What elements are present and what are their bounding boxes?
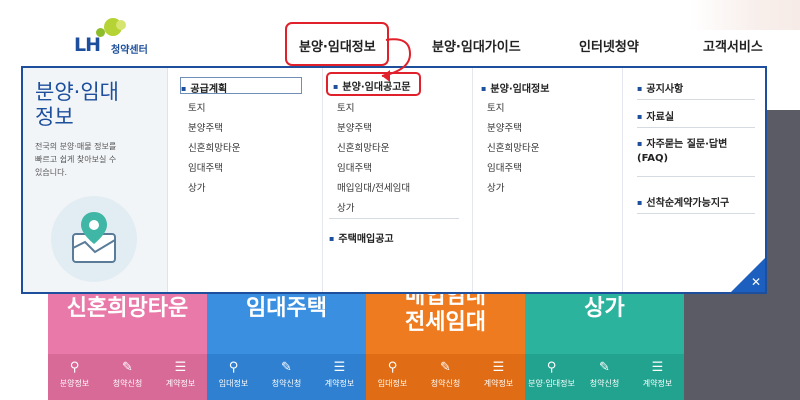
menu-item-purchase-lease[interactable]: 매입임대/전세임대 [337,180,410,194]
menu-item-rental-housing[interactable]: 임대주택 [487,160,522,174]
pen-icon: ✎ [281,360,292,375]
divider [329,218,459,219]
divider [637,176,755,177]
menu-link-notices[interactable]: 공지사항 [637,80,683,95]
logo-circle-icon [116,20,126,30]
divider [637,213,755,214]
card-title: 신혼희망타운 [66,296,189,321]
service-cards: 신혼희망타운 ⚲ 분양정보 ✎ 청약신청 ☰ 계약정보 임대주택 ⚲ 임대정보 ✎ 청약신… [48,284,684,400]
card-rental-housing[interactable]: 임대주택 ⚲ 임대정보 ✎ 청약신청 ☰ 계약정보 [207,290,366,400]
card-commercial[interactable]: 상가 ⚲ 분양·임대정보 ✎ 청약신청 ☰ 계약정보 [525,290,684,400]
logo-mark: LH [74,34,101,56]
search-icon: ⚲ [387,360,398,375]
menu-item-rental-housing[interactable]: 임대주택 [337,160,372,174]
menu-item-sale-housing[interactable]: 분양주택 [487,120,522,134]
card-action-apply[interactable]: ✎ 청약신청 [578,354,631,400]
menu-heading-sale-rent-info[interactable]: 분양·임대정보 [481,80,549,95]
menu-col-sale-rent-info: 분양·임대정보 토지 분양주택 신혼희망타운 임대주택 상가 [473,68,623,292]
card-action-rent-info[interactable]: ⚲ 임대정보 [207,354,260,400]
card-title: 임대주택 [246,296,327,321]
nav-sale-rent-guide[interactable]: 분양·임대가이드 [432,36,521,55]
card-actions: ⚲ 임대정보 ✎ 청약신청 ☰ 계약정보 [366,354,525,400]
close-icon[interactable]: ✕ [751,276,761,288]
pen-icon: ✎ [440,360,451,375]
card-title: 상가 [584,296,625,321]
mega-menu-description: 전국의 분양·매물 정보를 빠르고 쉽게 찾아보실 수 있습니다. [35,142,117,177]
mega-menu-title: 분양·임대 정보 [35,80,119,129]
menu-link-archive[interactable]: 자료실 [637,108,674,123]
pen-icon: ✎ [122,360,133,375]
lh-logo[interactable]: LH 청약센터 [74,18,174,58]
menu-item-newlywed-town[interactable]: 신혼희망타운 [188,140,240,154]
menu-item-land[interactable]: 토지 [337,100,354,114]
card-action-contract[interactable]: ☰ 계약정보 [154,354,207,400]
menu-link-first-come-districts[interactable]: 선착순계약가능지구 [637,194,729,209]
card-action-contract[interactable]: ☰ 계약정보 [472,354,525,400]
search-icon: ⚲ [228,360,239,375]
card-actions: ⚲ 분양정보 ✎ 청약신청 ☰ 계약정보 [48,354,207,400]
card-action-sale-rent-info[interactable]: ⚲ 분양·임대정보 [525,354,578,400]
card-action-apply[interactable]: ✎ 청약신청 [419,354,472,400]
menu-item-newlywed-town[interactable]: 신혼희망타운 [337,140,389,154]
menu-col-supply-plan: 공급계획 토지 분양주택 신혼희망타운 임대주택 상가 [168,68,323,292]
search-icon: ⚲ [69,360,80,375]
menu-item-land[interactable]: 토지 [487,100,504,114]
card-purchase-rental[interactable]: 매입임대 전세임대 ⚲ 임대정보 ✎ 청약신청 ☰ 계약정보 [366,284,525,400]
menu-item-commercial[interactable]: 상가 [487,180,504,194]
menu-item-sale-housing[interactable]: 분양주택 [188,120,223,134]
card-actions: ⚲ 임대정보 ✎ 청약신청 ☰ 계약정보 [207,354,366,400]
divider [637,127,755,128]
nav-highlight-box [285,22,389,66]
menu-item-land[interactable]: 토지 [188,100,205,114]
pen-icon: ✎ [599,360,610,375]
map-pin-illustration [51,196,137,282]
list-icon: ☰ [651,360,664,375]
card-action-rent-info[interactable]: ⚲ 임대정보 [366,354,419,400]
search-icon: ⚲ [546,360,557,375]
divider [637,99,755,100]
menu-heading-housing-purchase[interactable]: 주택매입공고 [329,230,393,245]
list-icon: ☰ [492,360,505,375]
card-action-apply[interactable]: ✎ 청약신청 [260,354,313,400]
menu-item-sale-housing[interactable]: 분양주택 [337,120,372,134]
menu-col-announcements: 분양·임대공고문 토지 분양주택 신혼희망타운 임대주택 매입임대/전세임대 상… [323,68,473,292]
menu-item-rental-housing[interactable]: 임대주택 [188,160,223,174]
card-action-sale-info[interactable]: ⚲ 분양정보 [48,354,101,400]
list-icon: ☰ [333,360,346,375]
logo-subtitle: 청약센터 [111,45,148,56]
card-action-apply[interactable]: ✎ 청약신청 [101,354,154,400]
header-decoration [690,0,800,30]
menu-heading-supply-plan[interactable]: 공급계획 [181,80,227,95]
map-pin-icon [72,212,116,263]
menu-item-newlywed-town[interactable]: 신혼희망타운 [487,140,539,154]
menu-item-commercial[interactable]: 상가 [337,200,354,214]
nav-customer-service[interactable]: 고객서비스 [703,36,763,55]
annotation-arrow-icon [381,38,412,82]
card-newlywed-town[interactable]: 신혼희망타운 ⚲ 분양정보 ✎ 청약신청 ☰ 계약정보 [48,290,207,400]
list-icon: ☰ [174,360,187,375]
menu-link-faq[interactable]: 자주묻는 질문·답변 (FAQ) [637,138,727,166]
mega-menu-panel: 분양·임대 정보 전국의 분양·매물 정보를 빠르고 쉽게 찾아보실 수 있습니… [21,66,767,294]
card-actions: ⚲ 분양·임대정보 ✎ 청약신청 ☰ 계약정보 [525,354,684,400]
card-action-contract[interactable]: ☰ 계약정보 [631,354,684,400]
nav-internet-application[interactable]: 인터넷청약 [579,36,639,55]
mega-menu-intro: 분양·임대 정보 전국의 분양·매물 정보를 빠르고 쉽게 찾아보실 수 있습니… [23,68,168,292]
menu-item-commercial[interactable]: 상가 [188,180,205,194]
card-action-contract[interactable]: ☰ 계약정보 [313,354,366,400]
